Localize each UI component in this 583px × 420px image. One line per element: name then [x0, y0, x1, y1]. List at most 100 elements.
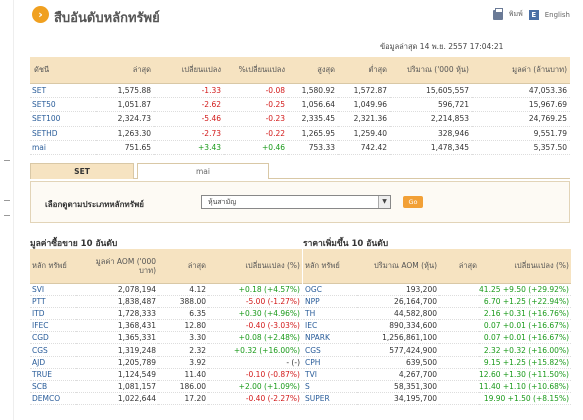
- symbol-link[interactable]: SVI: [30, 283, 76, 296]
- tab-set[interactable]: SET: [30, 163, 134, 179]
- last-price: 2.32: [158, 343, 208, 357]
- toolbar: พิมพ์ E English: [492, 7, 570, 20]
- aom-value: 1,022,644: [76, 392, 158, 406]
- security-type-selected: หุ้นสามัญ: [208, 198, 237, 206]
- aom-volume: 890,334,600: [357, 319, 439, 333]
- symbol-link[interactable]: ITD: [30, 307, 76, 321]
- col-header-volume: ปริมาณ ('000 หุ้น): [390, 57, 472, 84]
- last-price: 17.20: [158, 392, 208, 406]
- col-header-symbol: หลัก ทรัพย์: [303, 249, 357, 284]
- aom-value: 1,081,157: [76, 380, 158, 394]
- go-button[interactable]: Go: [403, 196, 423, 208]
- last-and-change: 2.16 +0.31 (+16.76%): [439, 307, 571, 321]
- last-and-change: 41.25 +9.50 (+29.92%): [439, 283, 571, 296]
- top-value-title: มูลค่าซื้อขาย 10 อันดับ: [30, 239, 118, 249]
- last-updated-timestamp: ข้อมูลล่าสุด 14 พ.ย. 2557 17:04:21: [380, 42, 504, 51]
- aom-value: 1,368,431: [76, 319, 158, 333]
- symbol-link[interactable]: S: [303, 380, 357, 394]
- last-and-change: 11.40 +1.10 (+10.68%): [439, 380, 571, 394]
- index-value: 9,551.79: [472, 126, 570, 142]
- symbol-link[interactable]: IFEC: [30, 319, 76, 333]
- index-name-link[interactable]: mai: [30, 140, 96, 156]
- index-table-header: ดัชนี ล่าสุด เปลี่ยนแปลง %เปลี่ยนแปลง สู…: [30, 57, 570, 84]
- top-value-row: AJD 1,205,789 3.92- (-): [30, 356, 302, 369]
- aom-value: 1,319,248: [76, 343, 158, 357]
- col-header-change-pct: เปลี่ยนแปลง (%): [208, 249, 302, 284]
- top-value-row: SCB 1,081,157 186.00 +2.00 (+1.09%): [30, 380, 302, 394]
- index-change: -2.73: [154, 126, 224, 142]
- symbol-link[interactable]: NPARK: [303, 331, 357, 345]
- index-last: 751.65: [96, 140, 154, 156]
- index-high: 1,580.92: [288, 83, 338, 98]
- top-gainer-row: S 58,351,300 11.40 +1.10 (+10.68%): [303, 380, 571, 394]
- index-low: 1,572.87: [338, 83, 390, 98]
- col-header-aom-value: มูลค่า AOM ('000 บาท): [76, 249, 158, 284]
- symbol-link[interactable]: TH: [303, 307, 357, 321]
- last-price: 186.00: [158, 380, 208, 394]
- col-header-last: ล่าสุด: [439, 249, 479, 284]
- tab-mai[interactable]: mai: [137, 163, 269, 179]
- price-change: +0.30 (+4.96%): [208, 307, 302, 321]
- index-change: -1.33: [154, 83, 224, 98]
- symbol-link[interactable]: CGS: [303, 343, 357, 357]
- aom-volume: 34,195,700: [357, 392, 439, 406]
- col-header-index: ดัชนี: [30, 57, 96, 84]
- top-gainer-row: IEC 890,334,600 0.07 +0.01 (+16.67%): [303, 319, 571, 333]
- index-pct-change: -0.22: [224, 126, 288, 142]
- symbol-link[interactable]: SUPER: [303, 392, 357, 406]
- page-title: สืบอันดับหลักทรัพย์: [54, 11, 160, 26]
- top-gainer-row: CGS 577,424,900 2.32 +0.32 (+16.00%): [303, 343, 571, 357]
- symbol-link[interactable]: NPP: [303, 295, 357, 308]
- index-high: 1,056.64: [288, 97, 338, 113]
- symbol-link[interactable]: IEC: [303, 319, 357, 333]
- top-gainer-row: TVI 4,267,700 12.60 +1.30 (+11.50%): [303, 368, 571, 382]
- print-link[interactable]: พิมพ์: [509, 9, 523, 20]
- symbol-link[interactable]: PTT: [30, 295, 76, 308]
- chevron-down-icon[interactable]: ▼: [378, 196, 390, 208]
- security-type-filter: เลือกดูตามประเภทหลักทรัพย์ หุ้นสามัญ ▼ G…: [30, 181, 570, 223]
- top-gainers-title: ราคาเพิ่มขึ้น 10 อันดับ: [303, 239, 389, 249]
- symbol-link[interactable]: DEMCO: [30, 392, 76, 406]
- index-name-link[interactable]: SET50: [30, 97, 96, 113]
- print-icon[interactable]: [492, 7, 503, 20]
- aom-value: 1,728,333: [76, 307, 158, 321]
- left-edge-bar: [0, 0, 14, 420]
- symbol-link[interactable]: TRUE: [30, 368, 76, 382]
- price-change: +0.18 (+4.57%): [208, 283, 302, 296]
- english-icon[interactable]: E: [528, 9, 539, 20]
- symbol-link[interactable]: CPH: [303, 356, 357, 369]
- edge-marker: [4, 160, 10, 161]
- index-pct-change: -0.08: [224, 83, 288, 98]
- market-tabs: SET mai: [30, 163, 570, 179]
- index-volume: 2,214,853: [390, 111, 472, 127]
- index-volume: 596,721: [390, 97, 472, 113]
- edge-marker: [4, 200, 10, 201]
- index-name-link[interactable]: SETHD: [30, 126, 96, 142]
- symbol-link[interactable]: OGC: [303, 283, 357, 296]
- aom-volume: 193,200: [357, 283, 439, 296]
- index-name-link[interactable]: SET: [30, 83, 96, 98]
- col-header-value: มูลค่า (ล้านบาท): [472, 57, 570, 84]
- top-value-row: DEMCO 1,022,644 17.20 -0.40 (-2.27%): [30, 392, 302, 406]
- index-volume: 15,605,557: [390, 83, 472, 98]
- index-volume: 328,946: [390, 126, 472, 142]
- security-type-select[interactable]: หุ้นสามัญ ▼: [201, 195, 391, 209]
- index-last: 1,263.30: [96, 126, 154, 142]
- index-name-link[interactable]: SET100: [30, 111, 96, 127]
- english-link[interactable]: English: [545, 11, 570, 19]
- symbol-link[interactable]: TVI: [303, 368, 357, 382]
- index-value: 47,053.36: [472, 83, 570, 98]
- last-and-change: 19.90 +1.50 (+8.15%): [439, 392, 571, 406]
- symbol-link[interactable]: CGD: [30, 331, 76, 345]
- index-change: +3.43: [154, 140, 224, 156]
- price-change: -0.40 (-3.03%): [208, 319, 302, 333]
- index-value: 5,357.50: [472, 140, 570, 156]
- top-value-table: หลัก ทรัพย์ มูลค่า AOM ('000 บาท) ล่าสุด…: [30, 249, 302, 406]
- index-low: 2,321.36: [338, 111, 390, 127]
- page-header: › สืบอันดับหลักทรัพย์ พิมพ์ E English: [30, 4, 570, 28]
- symbol-link[interactable]: CGS: [30, 343, 76, 357]
- symbol-link[interactable]: AJD: [30, 356, 76, 369]
- index-change: -2.62: [154, 97, 224, 113]
- index-high: 2,335.45: [288, 111, 338, 127]
- symbol-link[interactable]: SCB: [30, 380, 76, 394]
